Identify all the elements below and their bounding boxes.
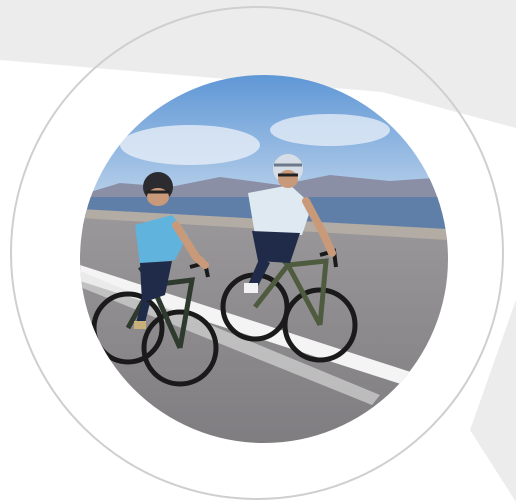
- photo-illustration: [80, 75, 448, 443]
- cloud: [270, 114, 390, 146]
- cyclists-photo: [80, 75, 448, 443]
- cloud: [120, 125, 260, 165]
- hero-graphic: [0, 0, 516, 502]
